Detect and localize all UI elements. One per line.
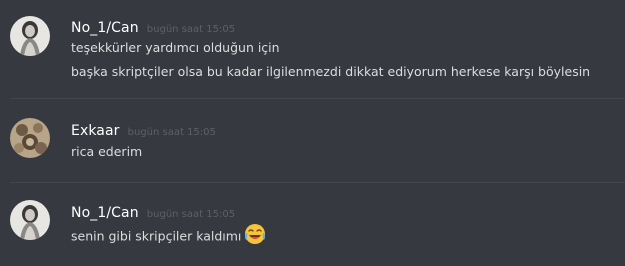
username[interactable]: Exkaar bbox=[71, 123, 120, 139]
username[interactable]: No_1/Can bbox=[71, 20, 139, 36]
avatar[interactable] bbox=[10, 200, 50, 240]
message-text: rica ederim bbox=[71, 144, 143, 159]
message-header: No_1/Can bugün saat 15:05 bbox=[71, 17, 235, 36]
avatar[interactable] bbox=[10, 118, 50, 158]
message-text: teşekkürler yardımcı olduğun için bbox=[71, 40, 280, 55]
joy-emoji-icon bbox=[244, 223, 266, 248]
message-header: Exkaar bugün saat 15:05 bbox=[71, 120, 216, 139]
avatar[interactable] bbox=[10, 16, 50, 56]
timestamp: bugün saat 15:05 bbox=[146, 209, 236, 220]
timestamp: bugün saat 15:05 bbox=[127, 127, 216, 138]
pale-figure-avatar-icon bbox=[10, 200, 50, 240]
username[interactable]: No_1/Can bbox=[71, 205, 139, 221]
timestamp: bugün saat 15:05 bbox=[146, 24, 236, 35]
message-group: No_1/Can bugün saat 15:05 teşekkürler ya… bbox=[0, 0, 625, 108]
pale-figure-avatar-icon bbox=[10, 16, 50, 56]
message-header: No_1/Can bugün saat 15:05 bbox=[71, 202, 235, 221]
message-text: senin gibi skripçiler kaldımı bbox=[71, 223, 266, 248]
sepia-pattern-avatar-icon bbox=[10, 118, 50, 158]
chat-messages: No_1/Can bugün saat 15:05 teşekkürler ya… bbox=[0, 0, 625, 266]
message-text-content: senin gibi skripçiler kaldımı bbox=[71, 228, 242, 244]
message-text: başka skriptçiler olsa bu kadar ilgilenm… bbox=[71, 64, 591, 79]
message-group: No_1/Can bugün saat 15:05 senin gibi skr… bbox=[0, 183, 625, 266]
message-group: Exkaar bugün saat 15:05 rica ederim bbox=[0, 99, 625, 183]
